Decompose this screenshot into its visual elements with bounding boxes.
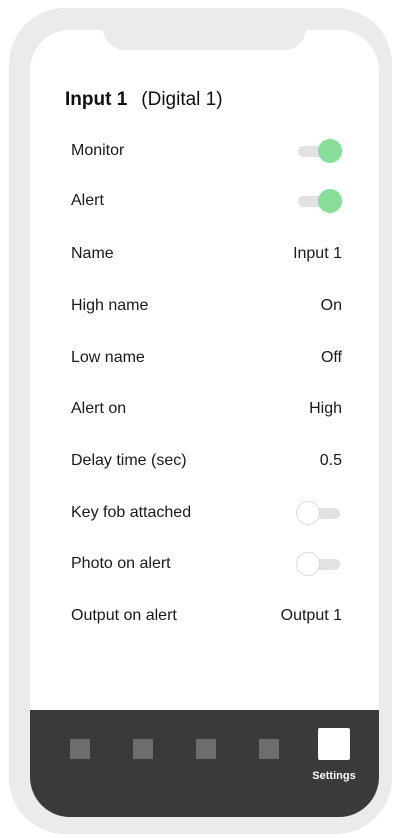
alert-toggle[interactable]	[296, 188, 342, 214]
alert-toggle-knob	[318, 189, 342, 213]
photo-on-alert-label: Photo on alert	[71, 555, 171, 572]
monitor-label: Monitor	[71, 142, 125, 159]
setting-row-alert: Alert	[71, 189, 342, 213]
tab-bar: Settings	[30, 710, 379, 817]
monitor-toggle[interactable]	[296, 138, 342, 164]
tab-2-icon[interactable]	[133, 739, 153, 759]
tab-1-icon[interactable]	[70, 739, 90, 759]
monitor-toggle-knob	[318, 139, 342, 163]
name-value[interactable]: Input 1	[293, 245, 342, 263]
tab-4-icon[interactable]	[259, 739, 279, 759]
input-title: Input 1	[65, 89, 128, 110]
key-fob-label: Key fob attached	[71, 504, 192, 521]
alert-on-value[interactable]: High	[309, 400, 342, 418]
low-name-label: Low name	[71, 349, 145, 366]
setting-row-output-on-alert[interactable]: Output on alert Output 1	[71, 604, 342, 628]
setting-row-high-name[interactable]: High name On	[71, 294, 342, 318]
phone-notch	[103, 8, 306, 50]
setting-row-photo-on-alert: Photo on alert	[71, 552, 342, 576]
alert-label: Alert	[71, 192, 104, 209]
delay-time-value[interactable]: 0.5	[320, 452, 342, 470]
setting-row-key-fob: Key fob attached	[71, 501, 342, 525]
setting-row-monitor: Monitor	[71, 139, 342, 163]
key-fob-toggle[interactable]	[296, 500, 342, 526]
photo-on-alert-toggle-knob	[296, 552, 320, 576]
settings-icon[interactable]	[318, 728, 350, 760]
screen: Input 1 (Digital 1) Monitor Alert Name In…	[30, 30, 379, 817]
page-title: Input 1 (Digital 1)	[65, 89, 223, 111]
output-on-alert-label: Output on alert	[71, 607, 177, 624]
high-name-value[interactable]: On	[321, 297, 342, 315]
photo-on-alert-toggle[interactable]	[296, 551, 342, 577]
setting-row-name[interactable]: Name Input 1	[71, 242, 342, 266]
settings-tab-label[interactable]: Settings	[302, 770, 366, 782]
delay-time-label: Delay time (sec)	[71, 452, 187, 469]
setting-row-delay-time[interactable]: Delay time (sec) 0.5	[71, 449, 342, 473]
setting-row-alert-on[interactable]: Alert on High	[71, 397, 342, 421]
high-name-label: High name	[71, 297, 149, 314]
alert-on-label: Alert on	[71, 400, 127, 417]
input-subtitle: (Digital 1)	[141, 89, 223, 110]
low-name-value[interactable]: Off	[321, 349, 342, 367]
setting-row-low-name[interactable]: Low name Off	[71, 346, 342, 370]
key-fob-toggle-knob	[296, 501, 320, 525]
tab-3-icon[interactable]	[196, 739, 216, 759]
output-on-alert-value[interactable]: Output 1	[281, 607, 342, 625]
name-label: Name	[71, 245, 114, 262]
